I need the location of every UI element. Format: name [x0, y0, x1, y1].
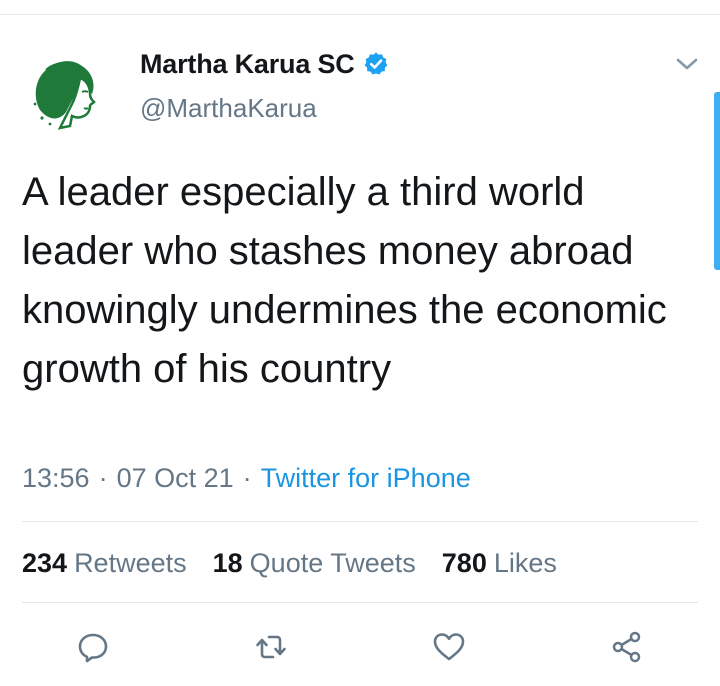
avatar[interactable] — [26, 48, 112, 134]
share-icon — [612, 631, 641, 663]
scrollbar[interactable] — [714, 92, 720, 270]
display-name[interactable]: Martha Karua SC — [140, 49, 355, 80]
verified-badge-icon — [363, 51, 389, 77]
like-button[interactable] — [424, 622, 474, 672]
reply-button[interactable] — [68, 622, 118, 672]
top-divider — [0, 14, 720, 15]
quote-tweets-count: 18 — [212, 547, 243, 578]
quote-tweets-stat[interactable]: 18 Quote Tweets — [213, 548, 416, 579]
reply-icon — [78, 633, 108, 663]
author-name-row[interactable]: Martha Karua SC — [140, 46, 389, 82]
quote-tweets-label: Quote Tweets — [249, 547, 416, 578]
likes-label: Likes — [493, 547, 557, 578]
tweet-source-link[interactable]: Twitter for iPhone — [261, 463, 471, 494]
divider — [22, 521, 698, 522]
avatar-portrait-icon — [26, 48, 112, 134]
retweet-icon — [256, 635, 286, 659]
meta-separator: · — [242, 462, 252, 493]
tweet-text: A leader especially a third world leader… — [22, 170, 667, 391]
tweet-date: 07 Oct 21 — [116, 462, 234, 493]
meta-separator: · — [98, 462, 108, 493]
retweets-stat[interactable]: 234 Retweets — [22, 548, 187, 579]
tweet-meta: 13:56 · 07 Oct 21 · Twitter for iPhone — [22, 460, 471, 496]
retweets-label: Retweets — [74, 547, 187, 578]
retweet-button[interactable] — [246, 622, 296, 672]
retweets-count: 234 — [22, 547, 68, 578]
user-handle[interactable]: @MarthaKarua — [140, 93, 317, 124]
tweet-actions — [0, 622, 720, 672]
likes-count: 780 — [441, 547, 487, 578]
divider — [22, 602, 698, 603]
share-button[interactable] — [602, 622, 652, 672]
likes-stat[interactable]: 780 Likes — [442, 548, 557, 579]
tweet-stats: 234 Retweets 18 Quote Tweets 780 Likes — [22, 545, 583, 581]
tweet-detail-view: Martha Karua SC @MarthaKarua A leader es… — [0, 0, 720, 686]
tweet-time: 13:56 — [22, 462, 90, 493]
chevron-down-icon[interactable] — [672, 52, 702, 76]
heart-icon — [433, 633, 465, 661]
